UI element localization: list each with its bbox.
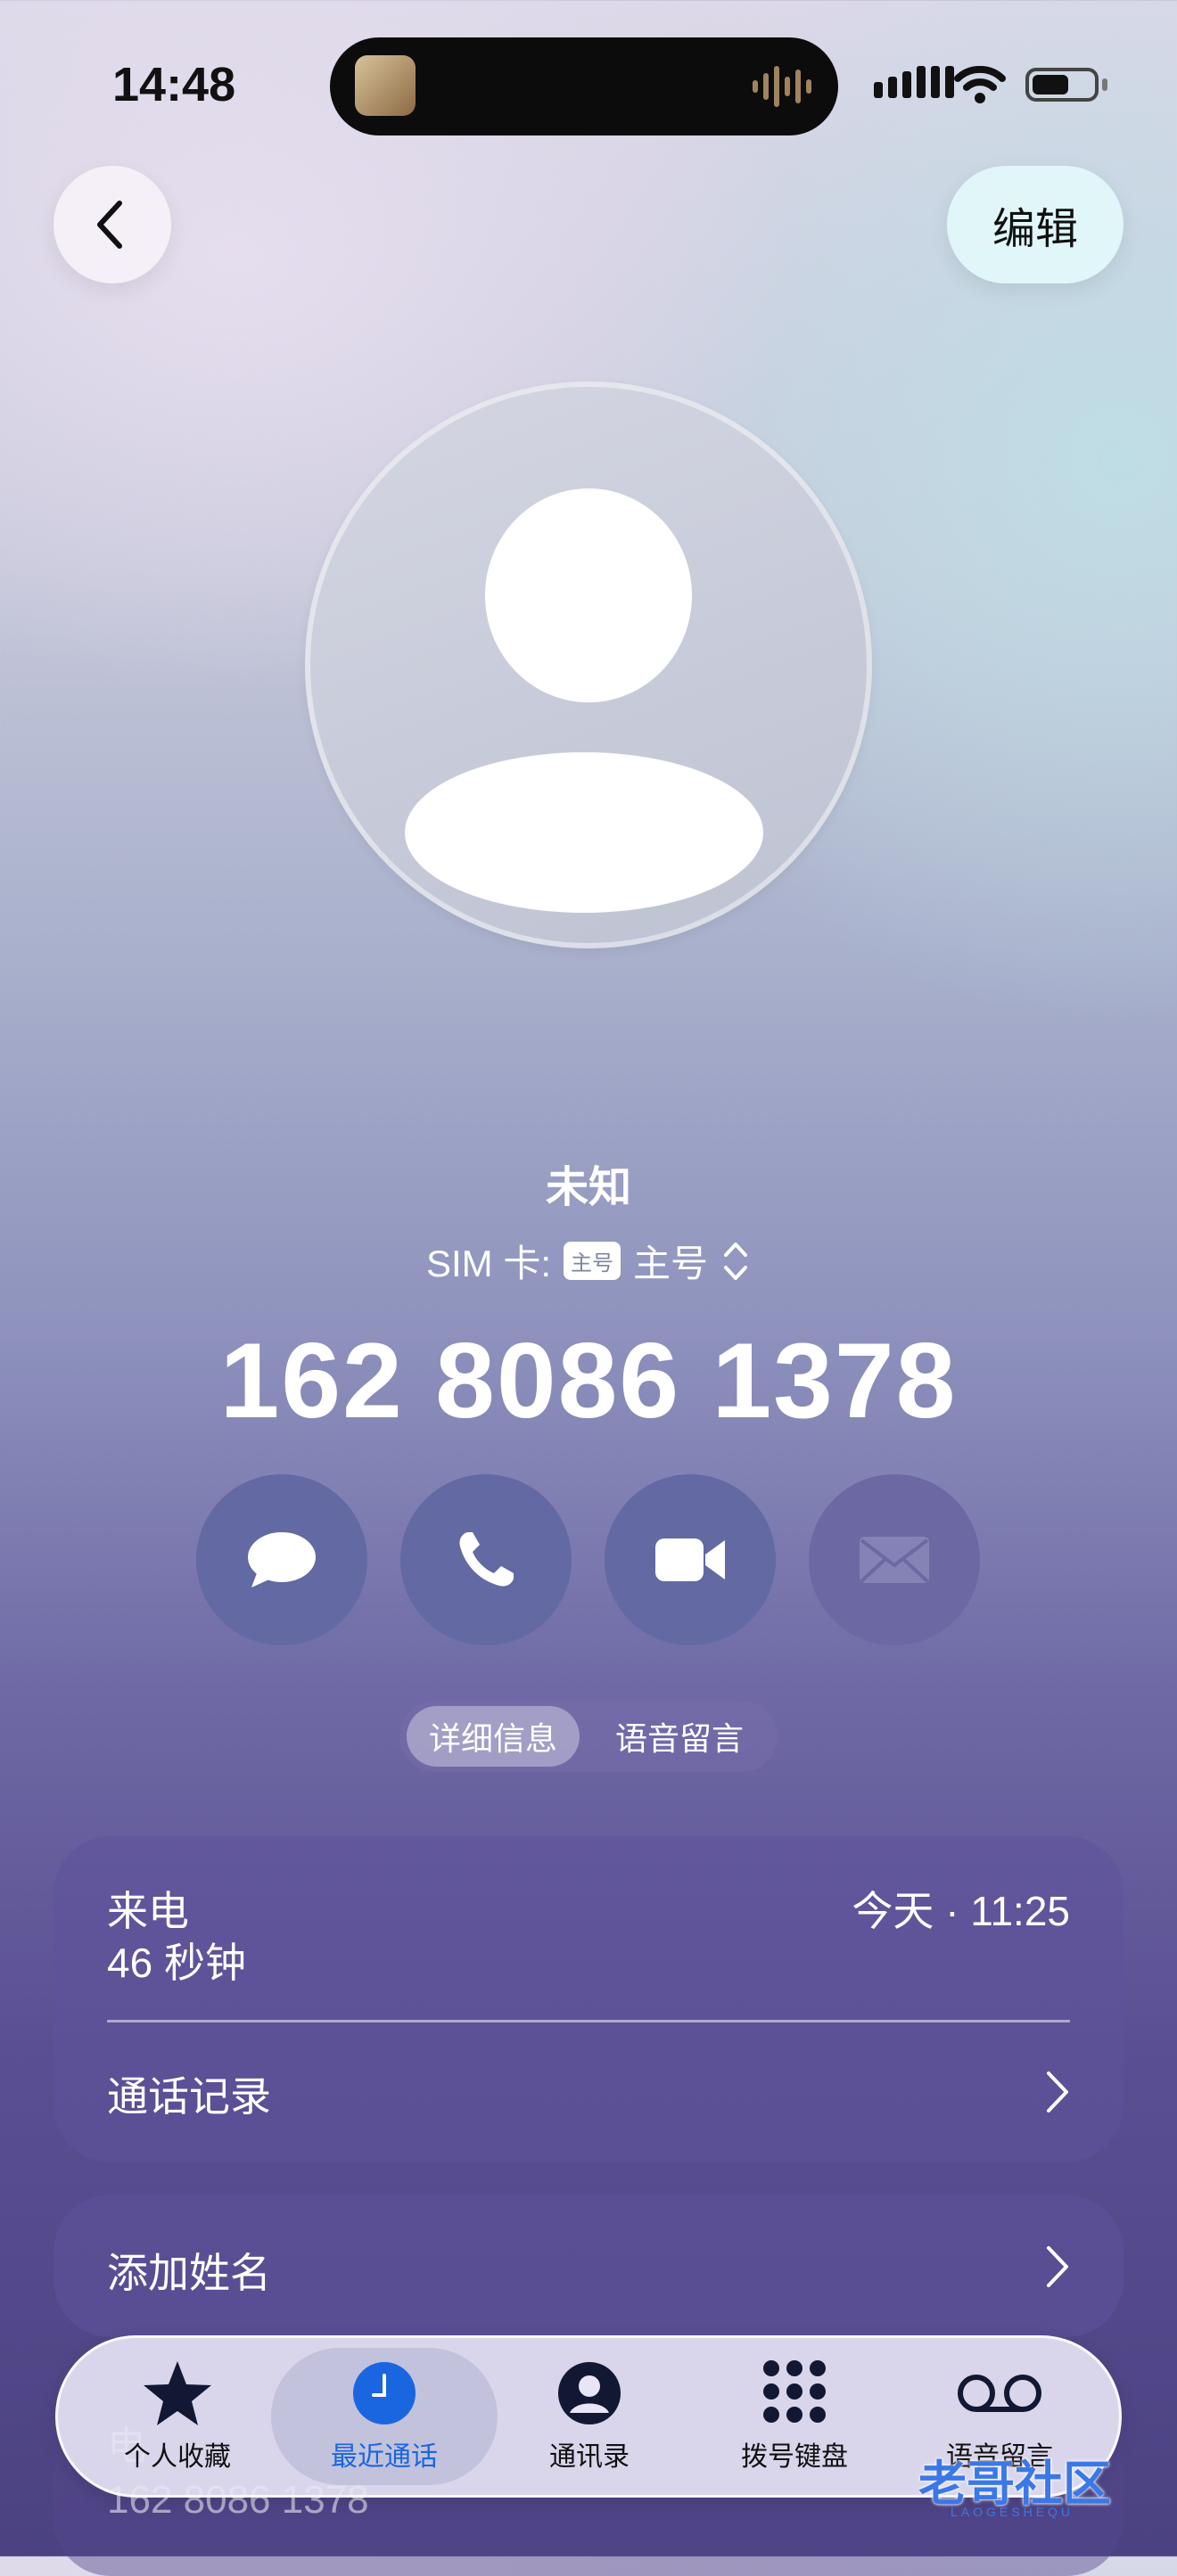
contact-avatar <box>305 381 872 948</box>
dynamic-island[interactable] <box>330 37 838 135</box>
back-button[interactable] <box>54 166 171 283</box>
audio-waveform-icon <box>753 64 811 109</box>
phone-number: 162 8086 1378 <box>219 1321 958 1440</box>
call-duration: 46 秒钟 <box>107 1940 246 1986</box>
keypad-icon <box>763 2360 826 2423</box>
avatar-body-shape <box>405 752 763 913</box>
contact-name: 未知 <box>545 1164 631 1211</box>
clock-icon <box>353 2362 416 2424</box>
avatar-head-shape <box>485 488 692 702</box>
sim-badge: 主号 <box>564 1242 621 1280</box>
sim-line: 主号 <box>633 1243 709 1284</box>
star-icon <box>144 2361 211 2425</box>
sim-prefix: SIM 卡: <box>425 1243 551 1284</box>
mail-icon <box>860 1537 929 1583</box>
phone-icon <box>459 1532 514 1587</box>
cellular-signal-icon <box>874 66 954 98</box>
battery-level <box>1033 75 1068 94</box>
call-type-label: 来电 <box>107 1888 189 1934</box>
tab-keypad[interactable]: 拨号键盘 <box>692 2335 897 2498</box>
watermark-subtext: LAOGESHEQU <box>951 2505 1074 2519</box>
tab-details[interactable]: 详细信息 <box>407 1706 580 1767</box>
add-name-row[interactable]: 添加姓名 <box>54 2195 1124 2337</box>
message-icon <box>248 1532 316 1587</box>
tab-favorites[interactable]: 个人收藏 <box>75 2335 280 2498</box>
call-time: 今天 · 11:25 <box>852 1888 1070 1934</box>
call-info-card: 来电 46 秒钟 今天 · 11:25 通话记录 <box>54 1836 1124 2162</box>
tab-label: 个人收藏 <box>124 2442 231 2472</box>
now-playing-artwork <box>355 55 416 116</box>
chevron-left-icon <box>97 201 122 249</box>
tab-contacts[interactable]: 通讯录 <box>487 2335 692 2498</box>
video-icon <box>655 1538 725 1581</box>
chevron-right-icon <box>1047 2071 1068 2112</box>
tab-label: 通讯录 <box>549 2442 630 2472</box>
person-icon <box>558 2362 621 2424</box>
call-history-label: 通话记录 <box>107 2073 271 2120</box>
add-name-label: 添加姓名 <box>107 2250 271 2296</box>
battery-tip <box>1102 78 1107 91</box>
tab-voicemail[interactable]: 语音留言 <box>590 1706 769 1767</box>
chevron-up-down-icon <box>724 1242 748 1280</box>
battery-icon <box>1025 68 1099 102</box>
video-call-button[interactable] <box>605 1474 776 1645</box>
edit-button[interactable]: 编辑 <box>947 166 1124 283</box>
message-button[interactable] <box>196 1474 367 1645</box>
tab-recents[interactable]: 最近通话 <box>282 2335 487 2498</box>
voicemail-icon <box>958 2375 1041 2412</box>
tab-label: 最近通话 <box>331 2442 438 2472</box>
mail-button[interactable] <box>809 1474 980 1645</box>
divider <box>107 2020 1070 2022</box>
call-history-row[interactable]: 通话记录 <box>54 2025 1124 2159</box>
tab-label: 拨号键盘 <box>741 2442 848 2472</box>
chevron-right-icon <box>1047 2246 1068 2287</box>
call-button[interactable] <box>400 1474 572 1645</box>
sim-selector[interactable]: SIM 卡: 主号 主号 <box>0 1234 1177 1288</box>
status-time: 14:48 <box>112 58 236 111</box>
info-segmented-control: 详细信息 语音留言 <box>399 1701 778 1772</box>
wifi-icon <box>954 66 1006 103</box>
